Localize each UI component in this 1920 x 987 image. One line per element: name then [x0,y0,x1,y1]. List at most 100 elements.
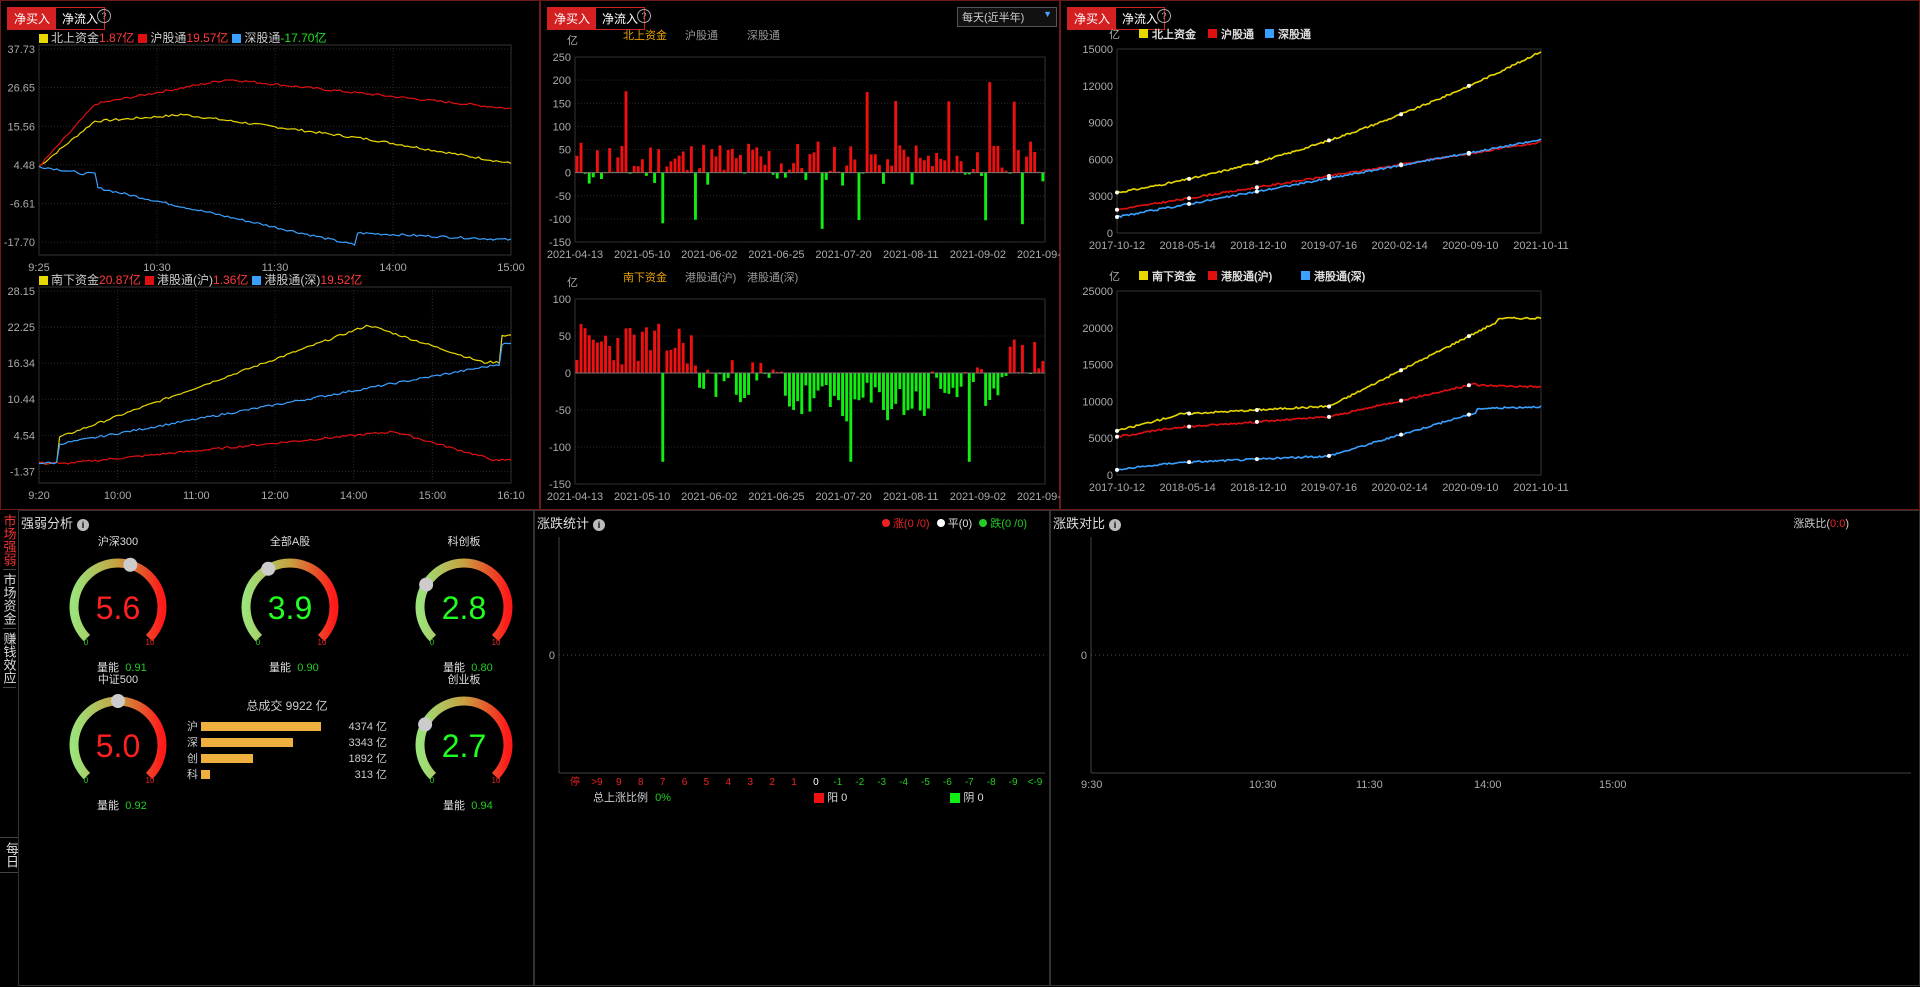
turnover-bar [201,737,293,747]
series-toggle[interactable]: 北上资金 [623,28,667,42]
x-tick-label: 2021-10-11 [1513,240,1568,252]
marker-dot [1187,424,1192,429]
bar [689,146,693,173]
bar [694,365,697,373]
x-tick-label: 2021-10-11 [1513,482,1568,494]
series-toggle[interactable]: 港股通(沪) [685,270,736,284]
bar [620,364,624,373]
marker-dot [1466,150,1471,155]
x-tick-label: 2020-02-14 [1372,240,1428,252]
series-toggle[interactable]: 南下资金 [623,270,667,284]
bar [1008,346,1012,373]
info-icon[interactable]: i [77,518,90,531]
turnover-value: 313 亿 [354,769,387,781]
legend-label[interactable]: 港股通(深) [1314,269,1366,283]
series-toggle[interactable]: 深股通 [747,29,780,42]
x-tick-label: 2021-06-25 [748,491,804,503]
bar [644,327,648,373]
series-toggle[interactable]: 港股通(深) [747,271,798,284]
bar [804,373,808,386]
bin-label: 7 [660,777,666,788]
bar [996,373,1000,396]
y-tick-label: 9000 [1089,118,1113,130]
x-tick-label: 2021-04-13 [547,491,603,503]
bar [730,360,734,373]
bin-label: -7 [965,777,974,788]
legend-label[interactable]: 北上资金 [1152,27,1197,41]
x-tick-label: 2021-05-10 [614,249,670,261]
bar [604,335,607,373]
bar [575,155,579,173]
marker-dot [1115,215,1119,220]
bar [677,155,681,173]
bar [894,373,898,404]
bar [935,373,939,378]
bar [653,330,657,373]
bar [591,339,595,373]
bar [931,166,934,173]
marker-dot [1254,407,1259,412]
vtab-market-strength[interactable]: 市场强弱 [2,511,17,570]
y-tick-label: -50 [555,405,571,417]
legend-swatch [1301,271,1310,280]
bar [943,373,947,393]
bar [600,172,603,179]
bar [926,373,930,409]
bar [812,373,816,399]
bar [877,164,881,173]
bar [706,172,710,185]
y-tick-label: 5000 [1089,433,1113,445]
gauge-min: 0 [430,638,435,647]
legend-label[interactable]: 深股通 [1278,27,1311,41]
bar [886,159,889,173]
x-tick-label: 2019-07-16 [1301,240,1357,252]
bar [616,157,620,173]
bar [841,373,845,417]
gauge-2: 科创板 2.8 0 10 量能 0.80 [399,534,529,685]
bar [820,373,824,387]
turnover-market: 创 [187,753,198,765]
yin-count: 阴 0 [963,792,984,804]
bar [649,350,652,373]
bar [783,373,787,396]
gauge-value: 2.7 [442,728,486,764]
bar [1041,361,1045,373]
bar [726,373,730,378]
y-tick-label: 25000 [1082,286,1113,298]
y-tick-label: 0 [565,368,571,380]
bar [1012,339,1016,373]
bar [718,145,722,173]
gauge-min: 0 [84,776,89,785]
y-tick-label: 12000 [1082,81,1113,93]
gauge-4: 创业板 2.7 0 10 量能 0.94 [399,672,529,823]
bar [734,373,738,395]
bin-label: 8 [638,777,644,788]
vtab-market-funds[interactable]: 市场资金 [2,570,17,629]
bar [947,101,951,173]
bar [738,154,742,173]
bar [665,166,669,173]
bar [984,172,988,221]
vtab-daily[interactable]: 每日 [0,837,19,873]
series-toggle[interactable]: 沪股通 [685,28,718,42]
vtab-profit-effect[interactable]: 赚钱效应 [2,629,17,688]
energy-label: 量能 [97,660,119,674]
unit-label: 亿 [1109,28,1120,41]
y-tick-label: 28.15 [7,286,35,298]
bar [636,360,640,373]
legend-label[interactable]: 南下资金 [1152,269,1197,283]
x-tick-label: 2020-02-14 [1372,482,1428,494]
bar [579,324,583,373]
bar [808,373,812,412]
bar [967,373,971,462]
bar [595,150,599,173]
legend-label[interactable]: 港股通(沪) [1221,269,1273,283]
gauge-knob [111,694,125,708]
marker-dot [1399,432,1404,437]
bar [775,172,779,179]
bar [673,347,677,373]
bar [783,172,787,178]
legend-label[interactable]: 沪股通 [1221,27,1254,41]
bin-label: -5 [921,777,930,788]
bar [661,172,665,224]
